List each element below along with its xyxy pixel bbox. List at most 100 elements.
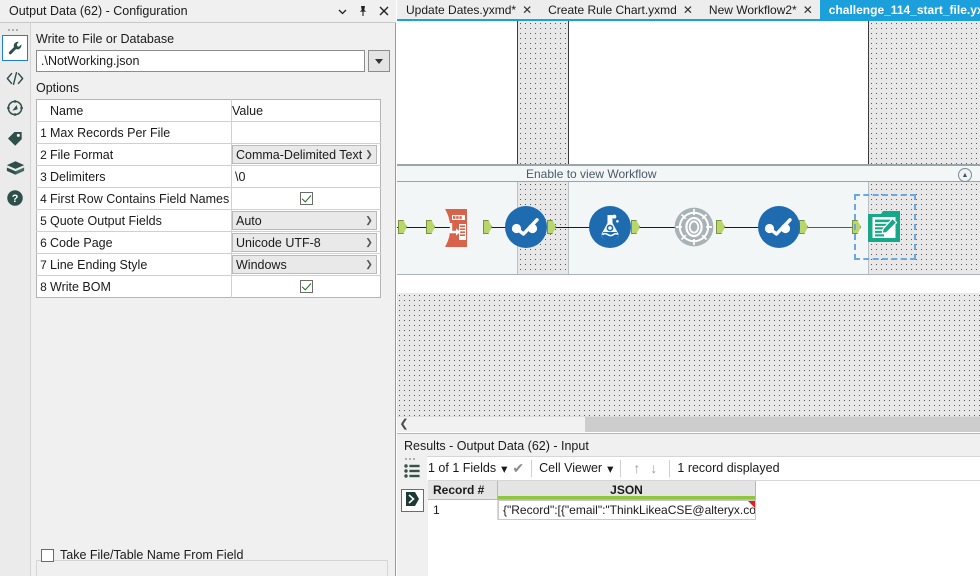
sidebar-item-package[interactable]	[2, 155, 28, 181]
table-row[interactable]: 7 Line Ending Style Windows ❯	[36, 253, 381, 276]
table-row[interactable]: 3 Delimiters \0	[36, 165, 381, 188]
sidebar-item-xml-view[interactable]	[2, 65, 28, 91]
fields-selector[interactable]: 1 of 1 Fields ▾ ✔	[428, 461, 524, 476]
sidebar-item-label[interactable]	[2, 125, 28, 151]
canvas-lower-region[interactable]	[397, 293, 980, 416]
tab-new-workflow2[interactable]: New Workflow2* ✕	[699, 0, 820, 19]
row-value[interactable]	[231, 187, 381, 210]
collapse-icon[interactable]: ▲	[958, 168, 972, 182]
column-header-record[interactable]: Record #	[428, 481, 498, 500]
check-icon[interactable]: ✔	[512, 461, 524, 475]
row-value[interactable]: \0	[231, 165, 381, 188]
results-data-view-button[interactable]	[400, 489, 424, 512]
tab-create-rule-chart[interactable]: Create Rule Chart.yxmd ✕	[539, 0, 700, 19]
code-page-select[interactable]: Unicode UTF-8 ❯	[232, 233, 377, 252]
row-value[interactable]: Windows ❯	[231, 253, 381, 276]
text-input-tool[interactable]	[441, 207, 483, 252]
row-value[interactable]: Unicode UTF-8 ❯	[231, 231, 381, 254]
row-value[interactable]: Auto ❯	[231, 209, 381, 232]
output-anchor[interactable]	[799, 220, 808, 234]
output-path-row: .\NotWorking.json	[31, 50, 395, 72]
sidebar-item-help[interactable]: ?	[2, 185, 28, 211]
results-list-view-button[interactable]	[401, 461, 423, 483]
table-row[interactable]: 8 Write BOM	[36, 275, 381, 298]
take-file-table-name-row[interactable]: Take File/Table Name From Field	[41, 548, 243, 562]
close-icon[interactable]: ✕	[803, 3, 813, 16]
close-icon[interactable]: ✕	[522, 3, 532, 16]
row-value[interactable]: Comma-Delimited Text Files ❯	[231, 143, 381, 166]
results-rail-grip	[405, 458, 415, 460]
cell-json-value[interactable]: {"Record":[{"email":"ThinkLikeaCSE@alter…	[498, 500, 756, 520]
json-parse-tool[interactable]	[589, 206, 631, 248]
canvas-horizontal-scrollbar[interactable]: ❮	[397, 416, 980, 432]
chevron-down-icon[interactable]: ▾	[607, 461, 613, 476]
scroll-up-icon[interactable]: ↑	[628, 461, 645, 475]
table-row[interactable]: 1 {"Record":[{"email":"ThinkLikeaCSE@alt…	[428, 500, 980, 520]
options-table: Name Value 1 Max Records Per File 2 File…	[36, 99, 381, 298]
output-path-dropdown-button[interactable]	[368, 50, 390, 72]
tag-icon	[6, 129, 24, 147]
scroll-left-icon[interactable]: ❮	[397, 419, 411, 430]
chevron-down-icon[interactable]: ▾	[501, 461, 507, 476]
table-row[interactable]: 2 File Format Comma-Delimited Text Files…	[36, 143, 381, 166]
row-value[interactable]	[231, 275, 381, 298]
code-icon	[6, 71, 24, 86]
first-row-field-names-checkbox[interactable]	[299, 192, 313, 205]
scroll-down-icon[interactable]: ↓	[645, 461, 662, 475]
scrollbar-thumb[interactable]	[585, 417, 980, 432]
file-format-select[interactable]: Comma-Delimited Text Files ❯	[232, 145, 377, 164]
table-row[interactable]: 4 First Row Contains Field Names	[36, 187, 381, 210]
select-tool-1[interactable]	[505, 206, 547, 248]
text-input-icon	[445, 209, 467, 247]
table-row[interactable]: 6 Code Page Unicode UTF-8 ❯	[36, 231, 381, 254]
tool-container-header[interactable]: Enable to view Workflow ▲	[397, 164, 980, 182]
chevron-down-icon: ❯	[365, 259, 373, 269]
compass-icon	[6, 99, 24, 117]
output-data-tool[interactable]	[866, 208, 904, 249]
select-tool-2[interactable]	[758, 206, 800, 248]
cell-viewer-selector[interactable]: Cell Viewer ▾	[539, 461, 613, 476]
take-file-table-name-checkbox[interactable]	[41, 548, 54, 562]
write-bom-checkbox[interactable]	[299, 280, 313, 293]
close-icon[interactable]	[378, 4, 390, 18]
tool-container-body[interactable]	[397, 182, 980, 275]
row-name: Write BOM	[50, 275, 232, 298]
first-row-field-names-checkbox-wrap[interactable]	[232, 189, 380, 208]
take-name-groupbox	[36, 560, 388, 576]
sidebar-item-configuration[interactable]	[2, 35, 28, 61]
row-name: Max Records Per File	[50, 121, 232, 144]
tab-challenge-114-start-file[interactable]: challenge_114_start_file.yxmd ✕	[819, 0, 980, 19]
line-ending-style-select[interactable]: Windows ❯	[232, 255, 377, 274]
pin-icon[interactable]	[357, 4, 369, 18]
delimiters-value[interactable]: \0	[232, 170, 380, 184]
chevron-down-icon[interactable]	[336, 4, 348, 18]
output-anchor[interactable]	[716, 220, 725, 234]
output-anchor[interactable]	[631, 220, 640, 234]
wire-segment	[555, 227, 593, 228]
sidebar-item-annotation[interactable]	[2, 95, 28, 121]
chevron-down-icon	[375, 58, 383, 64]
dynamic-rename-tool[interactable]	[673, 206, 715, 251]
write-bom-checkbox-wrap[interactable]	[232, 277, 380, 296]
wire-segment	[724, 227, 762, 228]
chevron-down-icon: ❯	[365, 149, 373, 159]
table-row[interactable]: 5 Quote Output Fields Auto ❯	[36, 209, 381, 232]
column-header-json-label: JSON	[610, 483, 643, 497]
quote-output-fields-select[interactable]: Auto ❯	[232, 211, 377, 230]
output-anchor[interactable]	[483, 220, 492, 234]
column-header-json[interactable]: JSON	[498, 481, 756, 500]
table-row[interactable]: 1 Max Records Per File	[36, 121, 381, 144]
tab-label: Create Rule Chart.yxmd	[548, 2, 677, 17]
input-anchor[interactable]	[426, 220, 435, 234]
tool-container[interactable]: Enable to view Workflow ▲	[397, 164, 980, 292]
row-value[interactable]	[231, 121, 381, 144]
close-icon[interactable]: ✕	[683, 3, 693, 16]
cell-truncation-flag-icon	[748, 501, 755, 508]
results-grid[interactable]: Record # JSON 1 {"Record":[{"email":"Thi…	[428, 480, 980, 576]
tab-update-dates[interactable]: Update Dates.yxmd* ✕	[397, 0, 540, 19]
row-index: 1	[36, 121, 50, 144]
input-anchor[interactable]	[398, 220, 407, 234]
workflow-canvas[interactable]: Enable to view Workflow ▲ ❮	[397, 21, 980, 433]
output-path-input[interactable]: .\NotWorking.json	[36, 50, 365, 72]
wire-segment-output	[807, 227, 857, 228]
